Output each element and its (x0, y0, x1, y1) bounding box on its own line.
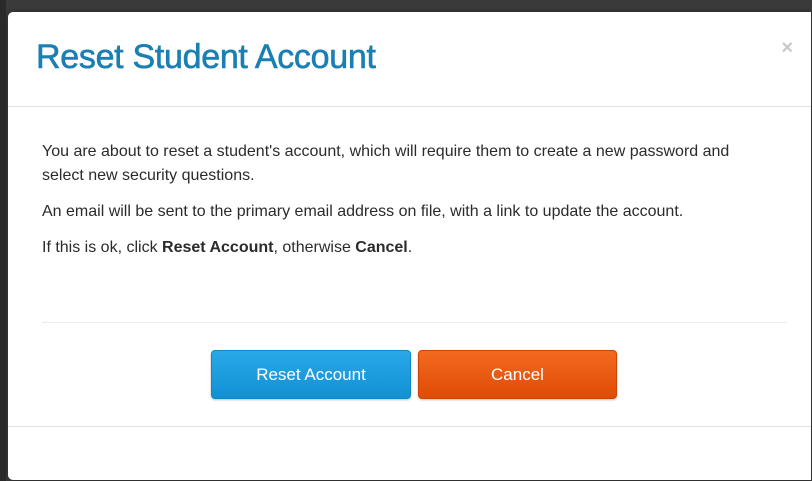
reset-account-dialog: Reset Student Account × You are about to… (8, 12, 811, 480)
cancel-button[interactable]: Cancel (418, 350, 617, 399)
body-paragraph-3: If this is ok, click Reset Account, othe… (42, 236, 772, 260)
close-icon[interactable]: × (781, 38, 793, 58)
reset-account-emphasis: Reset Account (162, 239, 274, 256)
cancel-emphasis: Cancel (355, 239, 408, 256)
body-paragraph-2: An email will be sent to the primary ema… (42, 203, 684, 220)
paragraph-3-middle: , otherwise (273, 239, 356, 256)
backdrop-edge (0, 0, 6, 481)
dialog-title: Reset Student Account (36, 38, 377, 77)
body-paragraph-1: You are about to reset a student's accou… (42, 143, 730, 184)
reset-account-button[interactable]: Reset Account (211, 350, 411, 399)
paragraph-3-suffix: . (407, 239, 413, 256)
paragraph-3-prefix: If this is ok, click (42, 239, 163, 256)
dialog-footer-divider (8, 426, 811, 427)
dialog-header: Reset Student Account × (8, 12, 811, 107)
body-divider (42, 322, 787, 323)
dialog-body: You are about to reset a student's accou… (42, 140, 772, 272)
